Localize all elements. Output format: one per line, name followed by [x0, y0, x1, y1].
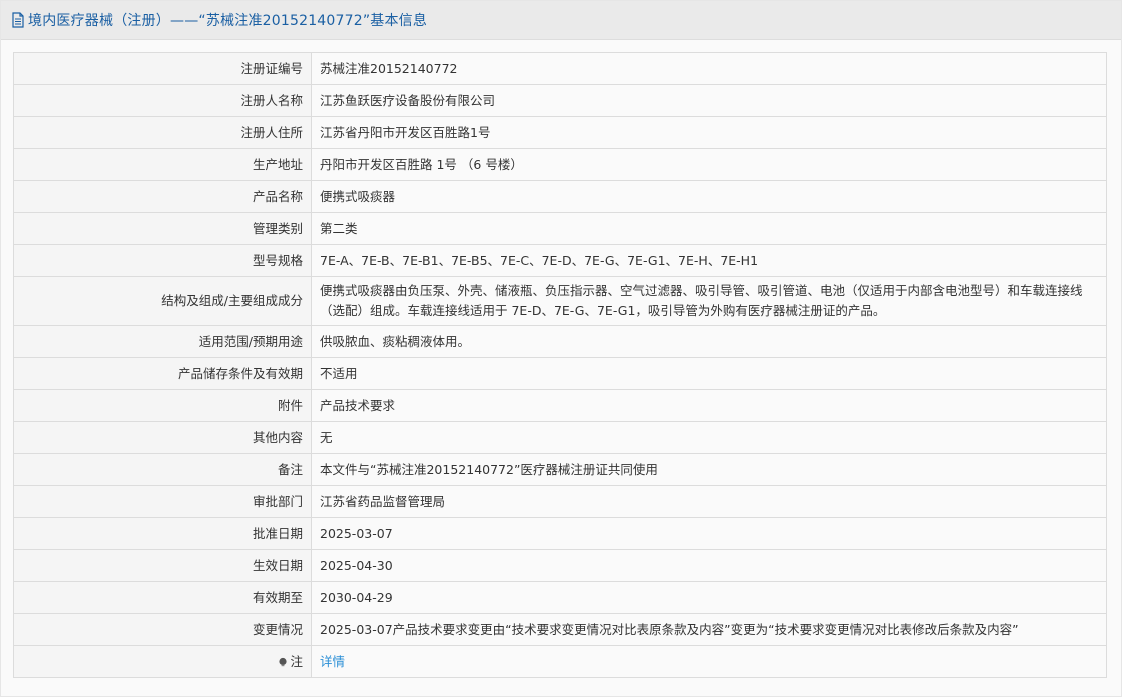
table-row: 管理类别 第二类: [13, 212, 1107, 245]
row-value: 江苏鱼跃医疗设备股份有限公司: [311, 84, 1107, 117]
row-label: 结构及组成/主要组成成分: [13, 276, 312, 326]
row-label: 适用范围/预期用途: [13, 325, 312, 358]
info-table: 注册证编号 苏械注准20152140772 注册人名称 江苏鱼跃医疗设备股份有限…: [13, 52, 1107, 678]
table-row: 产品储存条件及有效期 不适用: [13, 357, 1107, 390]
row-value: 无: [311, 421, 1107, 454]
table-row: 备注 本文件与“苏械注准20152140772”医疗器械注册证共同使用: [13, 453, 1107, 486]
row-label: 型号规格: [13, 244, 312, 277]
row-value: 供吸脓血、痰粘稠液体用。: [311, 325, 1107, 358]
table-row: 产品名称 便携式吸痰器: [13, 180, 1107, 213]
info-bulb-icon: [278, 653, 288, 666]
row-label: 管理类别: [13, 212, 312, 245]
row-label: 附件: [13, 389, 312, 422]
row-label: 其他内容: [13, 421, 312, 454]
row-label: 批准日期: [13, 517, 312, 550]
info-panel: 境内医疗器械（注册）——“苏械注准20152140772”基本信息 注册证编号 …: [0, 0, 1122, 697]
table-row: 审批部门 江苏省药品监督管理局: [13, 485, 1107, 518]
row-value: 2030-04-29: [311, 581, 1107, 614]
row-value: 第二类: [311, 212, 1107, 245]
table-row: 注册证编号 苏械注准20152140772: [13, 52, 1107, 85]
page-title: 境内医疗器械（注册）——“苏械注准20152140772”基本信息: [28, 13, 428, 29]
row-label: 产品名称: [13, 180, 312, 213]
row-value: 7E-A、7E-B、7E-B1、7E-B5、7E-C、7E-D、7E-G、7E-…: [311, 244, 1107, 277]
row-label: 变更情况: [13, 613, 312, 646]
row-value: 江苏省药品监督管理局: [311, 485, 1107, 518]
row-value: 产品技术要求: [311, 389, 1107, 422]
note-label-cell: 注: [13, 645, 312, 678]
row-label: 产品储存条件及有效期: [13, 357, 312, 390]
table-row: 型号规格 7E-A、7E-B、7E-B1、7E-B5、7E-C、7E-D、7E-…: [13, 244, 1107, 277]
row-label: 注册人名称: [13, 84, 312, 117]
table-row: 适用范围/预期用途 供吸脓血、痰粘稠液体用。: [13, 325, 1107, 358]
document-icon: [11, 12, 25, 28]
table-row: 其他内容 无: [13, 421, 1107, 454]
table-row: 附件 产品技术要求: [13, 389, 1107, 422]
row-value: 2025-04-30: [311, 549, 1107, 582]
row-value: 江苏省丹阳市开发区百胜路1号: [311, 116, 1107, 149]
row-value: 丹阳市开发区百胜路 1号 （6 号楼）: [311, 148, 1107, 181]
row-value: 便携式吸痰器由负压泵、外壳、储液瓶、负压指示器、空气过滤器、吸引导管、吸引管道、…: [311, 276, 1107, 326]
row-value: 本文件与“苏械注准20152140772”医疗器械注册证共同使用: [311, 453, 1107, 486]
table-row: 批准日期 2025-03-07: [13, 517, 1107, 550]
row-value: 苏械注准20152140772: [311, 52, 1107, 85]
row-label: 生效日期: [13, 549, 312, 582]
table-row: 生产地址 丹阳市开发区百胜路 1号 （6 号楼）: [13, 148, 1107, 181]
table-row: 注册人名称 江苏鱼跃医疗设备股份有限公司: [13, 84, 1107, 117]
note-label: 注: [290, 653, 303, 669]
row-label: 备注: [13, 453, 312, 486]
row-label: 注册人住所: [13, 116, 312, 149]
row-value: 2025-03-07: [311, 517, 1107, 550]
table-row: 有效期至 2030-04-29: [13, 581, 1107, 614]
row-label: 生产地址: [13, 148, 312, 181]
row-label: 有效期至: [13, 581, 312, 614]
table-row: 结构及组成/主要组成成分 便携式吸痰器由负压泵、外壳、储液瓶、负压指示器、空气过…: [13, 276, 1107, 326]
row-label: 审批部门: [13, 485, 312, 518]
table-row: 注册人住所 江苏省丹阳市开发区百胜路1号: [13, 116, 1107, 149]
note-row: 注 详情: [13, 645, 1107, 678]
row-label: 注册证编号: [13, 52, 312, 85]
table-row: 变更情况 2025-03-07产品技术要求变更由“技术要求变更情况对比表原条款及…: [13, 613, 1107, 646]
details-link[interactable]: 详情: [320, 654, 345, 669]
note-value-cell: 详情: [311, 645, 1107, 678]
panel-header: 境内医疗器械（注册）——“苏械注准20152140772”基本信息: [1, 1, 1121, 40]
table-row: 生效日期 2025-04-30: [13, 549, 1107, 582]
row-value: 2025-03-07产品技术要求变更由“技术要求变更情况对比表原条款及内容”变更…: [311, 613, 1107, 646]
row-value: 不适用: [311, 357, 1107, 390]
row-value: 便携式吸痰器: [311, 180, 1107, 213]
